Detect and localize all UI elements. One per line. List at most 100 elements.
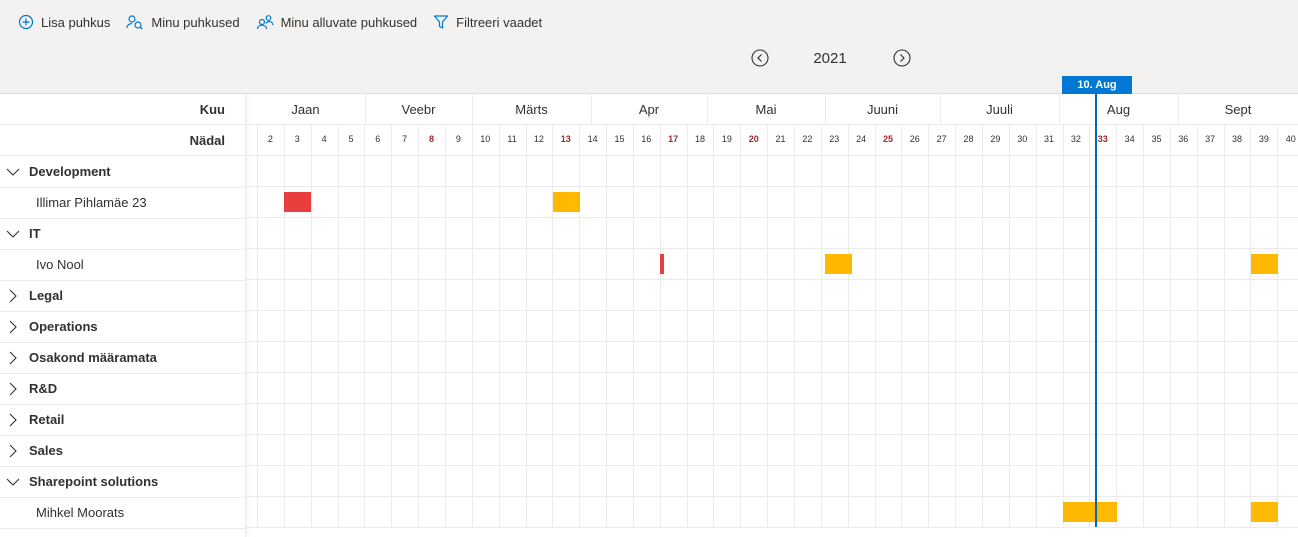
month-label: Juuni (866, 102, 899, 117)
chevron-right-icon[interactable] (5, 443, 21, 459)
department-name: IT (29, 226, 41, 241)
week-label: 22 (802, 134, 813, 144)
filter-view-label: Filtreeri vaadet (456, 14, 543, 30)
week-label: 7 (402, 134, 408, 144)
week-label: 33 (1097, 134, 1108, 144)
week-label: 10 (480, 134, 491, 144)
add-circle-icon (18, 14, 34, 30)
previous-year-button[interactable] (751, 49, 769, 67)
today-badge: 10. Aug (1062, 76, 1132, 94)
department-name: Legal (29, 288, 63, 303)
department-name: R&D (29, 381, 58, 396)
chevron-down-icon[interactable] (5, 226, 21, 242)
week-label: 19 (721, 134, 732, 144)
row-gridline (246, 341, 1298, 342)
row-gridline (246, 310, 1298, 311)
week-label: 5 (348, 134, 354, 144)
department-name: Sales (29, 443, 63, 458)
department-group-row[interactable]: IT (0, 218, 245, 250)
department-group-row[interactable]: R&D (0, 373, 245, 405)
department-name: Development (29, 164, 111, 179)
employee-row[interactable]: Ivo Nool (0, 249, 245, 281)
week-label: 15 (614, 134, 625, 144)
chevron-right-icon[interactable] (5, 319, 21, 335)
vacation-bar[interactable] (825, 254, 852, 274)
vacation-bar[interactable] (553, 192, 580, 212)
vacation-bar[interactable] (1251, 502, 1278, 522)
filter-icon (434, 15, 449, 29)
department-group-row[interactable]: Sharepoint solutions (0, 466, 245, 498)
next-year-button[interactable] (893, 49, 911, 67)
week-label: 32 (1070, 134, 1081, 144)
week-header-label: Nädal (189, 133, 225, 148)
employee-row[interactable]: Illimar Pihlamäe 23 (0, 187, 245, 219)
vacation-bar[interactable] (284, 192, 311, 212)
department-group-row[interactable]: Retail (0, 404, 245, 436)
chevron-right-icon[interactable] (5, 350, 21, 366)
week-label: 37 (1205, 134, 1216, 144)
month-separator (591, 94, 592, 125)
week-label: 28 (963, 134, 974, 144)
month-label: Juuli (986, 102, 1013, 117)
department-name: Operations (29, 319, 98, 334)
year-label: 2021 (813, 50, 847, 67)
week-label: 4 (321, 134, 327, 144)
chevron-right-icon[interactable] (5, 381, 21, 397)
week-label: 16 (641, 134, 652, 144)
chevron-right-circle-icon (893, 49, 911, 67)
week-label: 26 (909, 134, 920, 144)
month-header-label: Kuu (199, 102, 225, 117)
vacation-bar[interactable] (1251, 254, 1278, 274)
today-line (1095, 94, 1097, 527)
subordinates-vacations-label: Minu alluvate puhkused (280, 14, 418, 30)
week-label: 21 (775, 134, 786, 144)
row-gridline (246, 465, 1298, 466)
subordinates-vacations-button[interactable]: Minu alluvate puhkused (256, 12, 418, 32)
week-label: 11 (507, 134, 517, 144)
vacation-bar[interactable] (660, 254, 664, 274)
department-name: Sharepoint solutions (29, 474, 159, 489)
week-label: 38 (1232, 134, 1243, 144)
employee-row[interactable]: Mihkel Moorats (0, 497, 245, 529)
employee-name: Mihkel Moorats (36, 505, 125, 520)
row-gridline (246, 124, 1298, 125)
department-group-row[interactable]: Development (0, 156, 245, 188)
month-label: Jaan (291, 102, 320, 117)
row-gridline (246, 403, 1298, 404)
chevron-right-icon[interactable] (5, 288, 21, 304)
chevron-right-icon[interactable] (5, 412, 21, 428)
month-separator (1059, 94, 1060, 125)
add-vacation-label: Lisa puhkus (41, 14, 111, 30)
week-label: 35 (1151, 134, 1162, 144)
row-gridline (246, 434, 1298, 435)
timeline-grid: Jaan Veebr Märts Apr Mai Juuni Juuli Aug Sept 23… (246, 94, 1298, 537)
month-label: Sept (1224, 102, 1252, 117)
week-label: 18 (695, 134, 706, 144)
add-vacation-button[interactable]: Lisa puhkus (18, 12, 110, 32)
month-separator (365, 94, 366, 125)
month-label: Märts (515, 102, 548, 117)
chevron-down-icon[interactable] (5, 164, 21, 180)
month-label: Mai (755, 102, 777, 117)
department-name: Osakond määramata (29, 350, 157, 365)
department-group-row[interactable]: Osakond määramata (0, 342, 245, 374)
department-group-row[interactable]: Operations (0, 311, 245, 343)
row-gridline (246, 186, 1298, 187)
week-label: 30 (1017, 134, 1028, 144)
department-group-row[interactable]: Sales (0, 435, 245, 467)
row-gridline (246, 217, 1298, 218)
my-vacations-button[interactable]: Minu puhkused (126, 12, 240, 32)
week-label: 12 (533, 134, 544, 144)
month-separator (1178, 94, 1179, 125)
row-gridline (246, 372, 1298, 373)
week-label: 3 (294, 134, 300, 144)
month-separator (472, 94, 473, 125)
month-label: Veebr (401, 102, 436, 117)
chevron-down-icon[interactable] (5, 474, 21, 490)
department-group-row[interactable]: Legal (0, 280, 245, 312)
week-label: 24 (856, 134, 867, 144)
vacation-bar[interactable] (1063, 502, 1117, 522)
week-label: 25 (882, 134, 893, 144)
filter-view-button[interactable]: Filtreeri vaadet (433, 12, 542, 32)
week-label: 13 (560, 134, 571, 144)
